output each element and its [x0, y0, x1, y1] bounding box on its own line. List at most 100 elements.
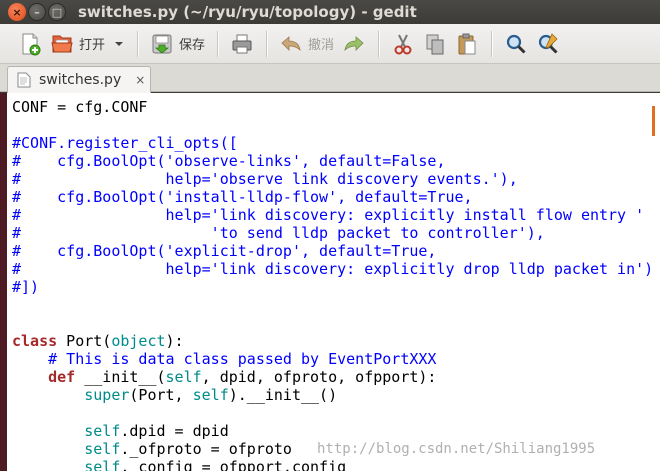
copy-icon: [423, 32, 447, 56]
cut-button[interactable]: [387, 28, 419, 60]
minimize-window-button[interactable]: –: [28, 3, 46, 21]
recent-files-dropdown[interactable]: [109, 28, 129, 60]
window-controls: × – □: [8, 3, 66, 21]
code-token: # cfg.BoolOpt('install-lldp-flow', defau…: [12, 188, 473, 206]
code-token: self: [84, 458, 121, 471]
toolbar-separator: [137, 30, 139, 57]
code-token: # cfg.BoolOpt('explicit-drop', default=T…: [12, 242, 437, 260]
code-token: class: [12, 332, 58, 350]
code-token: CONF = cfg.CONF: [12, 98, 148, 116]
toolbar-separator: [378, 30, 380, 57]
code-line: super(Port, self).__init__(): [12, 386, 653, 404]
code-token: .dpid = dpid: [120, 422, 229, 440]
code-token: self: [192, 386, 229, 404]
code-line: self._config = ofpport.config: [12, 458, 653, 471]
code-token: self: [84, 440, 121, 458]
code-token: self: [84, 422, 121, 440]
print-button[interactable]: [226, 28, 258, 60]
chevron-down-icon: [113, 32, 125, 56]
redo-arrow-icon: [342, 32, 366, 56]
save-button[interactable]: 保存: [146, 28, 209, 60]
code-token: , dpid, ofproto, ofpport):: [201, 368, 437, 386]
tab-label: switches.py: [39, 72, 122, 88]
open-label: 打开: [79, 38, 106, 53]
text-file-icon: [17, 72, 31, 88]
open-button[interactable]: 打开: [46, 28, 109, 60]
code-token: # 'to send lldp packet to controller'),: [12, 224, 545, 242]
code-line: # cfg.BoolOpt('explicit-drop', default=T…: [12, 242, 653, 260]
replace-button[interactable]: [532, 28, 564, 60]
close-window-button[interactable]: ×: [8, 3, 26, 21]
tab-switches-py[interactable]: switches.py ×: [7, 66, 151, 93]
code-token: self: [165, 368, 202, 386]
code-token: # help='observe link discovery events.')…: [12, 170, 518, 188]
code-token: # cfg.BoolOpt('observe-links', default=F…: [12, 152, 446, 170]
code-line: def __init__(self, dpid, ofproto, ofppor…: [12, 368, 653, 386]
code-line: #]): [12, 278, 653, 296]
open-folder-icon: [50, 32, 74, 56]
save-icon: [150, 32, 174, 56]
search-magnifier-icon: [504, 32, 528, 56]
code-line: # help='link discovery: explicitly drop …: [12, 260, 653, 278]
redo-button[interactable]: [338, 28, 370, 60]
code-line: self.dpid = dpid: [12, 422, 653, 440]
code-token: #]): [12, 278, 40, 296]
code-token: Port(: [57, 332, 112, 350]
printer-icon: [230, 32, 254, 56]
copy-button[interactable]: [419, 28, 451, 60]
code-line: CONF = cfg.CONF: [12, 98, 653, 116]
code-text: CONF = cfg.CONF #CONF.register_cli_opts([…: [12, 98, 653, 471]
search-button[interactable]: [500, 28, 532, 60]
toolbar-separator: [266, 30, 268, 57]
undo-label: 撤消: [308, 38, 335, 53]
code-line: class Port(object):: [12, 332, 653, 350]
scissors-icon: [391, 32, 415, 56]
window-title: switches.py (~/ryu/ryu/topology) - gedit: [78, 3, 417, 21]
code-line: #CONF.register_cli_opts([: [12, 134, 653, 152]
tab-bar: switches.py ×: [0, 64, 660, 93]
watermark-text: http://blog.csdn.net/Shiliang1995: [317, 441, 596, 457]
title-bar: × – □ switches.py (~/ryu/ryu/topology) -…: [0, 0, 660, 24]
tab-close-icon[interactable]: ×: [135, 73, 145, 87]
code-line: # cfg.BoolOpt('observe-links', default=F…: [12, 152, 653, 170]
code-token: #CONF.register_cli_opts([: [12, 134, 238, 152]
toolbar-separator: [491, 30, 493, 57]
maximize-window-button[interactable]: □: [48, 3, 66, 21]
code-token: ._config = ofpport.config: [120, 458, 347, 471]
new-document-button[interactable]: [14, 28, 46, 60]
code-editor[interactable]: CONF = cfg.CONF #CONF.register_cli_opts([…: [7, 93, 660, 471]
paste-button[interactable]: [451, 28, 483, 60]
new-document-icon: [18, 32, 42, 56]
undo-arrow-icon: [279, 32, 303, 56]
scroll-position-marker[interactable]: [652, 106, 655, 136]
code-token: ):: [165, 332, 184, 350]
undo-button[interactable]: 撤消: [275, 28, 338, 60]
code-token: object: [111, 332, 166, 350]
code-token: __init__(: [75, 368, 166, 386]
code-line: # cfg.BoolOpt('install-lldp-flow', defau…: [12, 188, 653, 206]
code-line: # 'to send lldp packet to controller'),: [12, 224, 653, 242]
code-token: ).__init__(): [228, 386, 338, 404]
search-replace-icon: [536, 32, 560, 56]
paste-clipboard-icon: [455, 32, 479, 56]
code-token: super: [84, 386, 130, 404]
toolbar-separator: [217, 30, 219, 57]
save-label: 保存: [179, 38, 206, 53]
code-token: def: [48, 368, 76, 386]
code-token: # This is data class passed by EventPort…: [48, 350, 437, 368]
code-line: # This is data class passed by EventPort…: [12, 350, 653, 368]
code-token: # help='link discovery: explicitly drop …: [12, 260, 654, 278]
code-line: # help='observe link discovery events.')…: [12, 170, 653, 188]
code-token: ._ofproto = ofproto: [120, 440, 292, 458]
toolbar: 打开 保存 撤消: [0, 24, 660, 64]
